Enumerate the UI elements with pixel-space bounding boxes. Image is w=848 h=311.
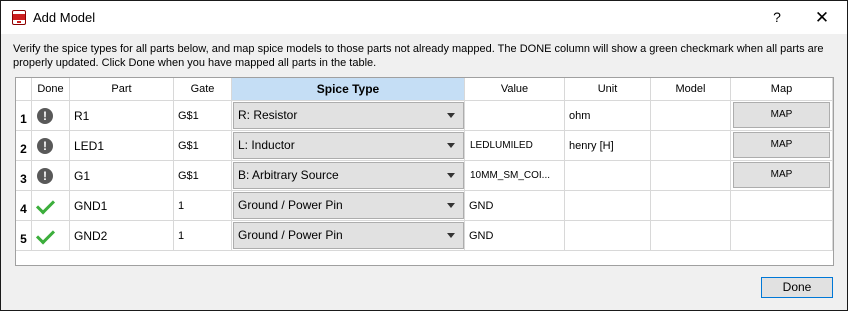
- checkmark-icon: [35, 195, 56, 215]
- unit-cell: [565, 161, 651, 191]
- map-cell: [731, 221, 833, 251]
- dropdown-arrow-icon: [447, 203, 455, 208]
- table-row: 1 ! R1 G$1 R: Resistor ohm MAP: [16, 101, 833, 131]
- warning-icon: !: [37, 138, 53, 154]
- table-row: 2 ! LED1 G$1 L: Inductor LEDLUMILED henr…: [16, 131, 833, 161]
- unit-cell: [565, 191, 651, 221]
- window-title: Add Model: [33, 10, 96, 25]
- spice-type-cell: Ground / Power Pin: [232, 221, 465, 251]
- part-cell: R1: [70, 101, 174, 131]
- unit-cell: henry [H]: [565, 131, 651, 161]
- spice-type-value: Ground / Power Pin: [238, 198, 343, 212]
- map-button[interactable]: MAP: [733, 102, 830, 128]
- unit-cell: ohm: [565, 101, 651, 131]
- map-cell: MAP: [731, 131, 833, 161]
- model-cell: [651, 191, 731, 221]
- value-cell[interactable]: GND: [465, 191, 565, 221]
- done-cell: [32, 221, 70, 251]
- unit-cell: [565, 221, 651, 251]
- spice-type-dropdown[interactable]: R: Resistor: [233, 102, 464, 129]
- dropdown-arrow-icon: [447, 233, 455, 238]
- dropdown-arrow-icon: [447, 173, 455, 178]
- dropdown-arrow-icon: [447, 113, 455, 118]
- map-button[interactable]: MAP: [733, 132, 830, 158]
- row-number: 5: [16, 221, 32, 251]
- spice-type-cell: B: Arbitrary Source: [232, 161, 465, 191]
- header-gate[interactable]: Gate: [174, 78, 232, 101]
- part-cell: G1: [70, 161, 174, 191]
- instructions-text: Verify the spice types for all parts bel…: [13, 43, 824, 69]
- title-bar: Add Model ? ✕: [1, 1, 847, 34]
- value-cell[interactable]: [465, 101, 565, 131]
- spice-type-value: R: Resistor: [238, 108, 298, 122]
- spice-type-dropdown[interactable]: B: Arbitrary Source: [233, 162, 464, 189]
- add-model-dialog: Add Model ? ✕ Verify the spice types for…: [0, 0, 848, 311]
- gate-cell: G$1: [174, 131, 232, 161]
- spice-type-cell: L: Inductor: [232, 131, 465, 161]
- map-button[interactable]: MAP: [733, 162, 830, 188]
- map-cell: MAP: [731, 101, 833, 131]
- spice-type-value: B: Arbitrary Source: [238, 168, 339, 182]
- parts-table: Done Part Gate Spice Type Value Unit Mod…: [15, 77, 834, 266]
- model-cell: [651, 101, 731, 131]
- gate-cell: 1: [174, 221, 232, 251]
- gate-cell: 1: [174, 191, 232, 221]
- part-cell: LED1: [70, 131, 174, 161]
- table-row: 3 ! G1 G$1 B: Arbitrary Source 10MM_SM_C…: [16, 161, 833, 191]
- spice-type-dropdown[interactable]: Ground / Power Pin: [233, 192, 464, 219]
- row-number: 3: [16, 161, 32, 191]
- done-cell: !: [32, 161, 70, 191]
- spice-type-dropdown[interactable]: L: Inductor: [233, 132, 464, 159]
- gate-cell: G$1: [174, 161, 232, 191]
- header-done[interactable]: Done: [32, 78, 70, 101]
- app-icon: [12, 10, 26, 25]
- done-cell: !: [32, 131, 70, 161]
- done-cell: [32, 191, 70, 221]
- row-number: 4: [16, 191, 32, 221]
- header-unit[interactable]: Unit: [565, 78, 651, 101]
- map-cell: [731, 191, 833, 221]
- header-corner: [16, 78, 32, 101]
- header-part[interactable]: Part: [70, 78, 174, 101]
- map-cell: MAP: [731, 161, 833, 191]
- header-spice-type[interactable]: Spice Type: [232, 78, 465, 101]
- row-number: 2: [16, 131, 32, 161]
- close-button[interactable]: ✕: [808, 4, 836, 31]
- spice-type-value: Ground / Power Pin: [238, 228, 343, 242]
- spice-type-cell: Ground / Power Pin: [232, 191, 465, 221]
- done-cell: !: [32, 101, 70, 131]
- value-cell[interactable]: GND: [465, 221, 565, 251]
- help-button[interactable]: ?: [763, 4, 791, 31]
- spice-type-dropdown[interactable]: Ground / Power Pin: [233, 222, 464, 249]
- model-cell: [651, 161, 731, 191]
- done-button[interactable]: Done: [761, 277, 833, 298]
- spice-type-cell: R: Resistor: [232, 101, 465, 131]
- model-cell: [651, 131, 731, 161]
- row-number: 1: [16, 101, 32, 131]
- table-row: 4 GND1 1 Ground / Power Pin GND: [16, 191, 833, 221]
- table-row: 5 GND2 1 Ground / Power Pin GND: [16, 221, 833, 251]
- checkmark-icon: [35, 225, 56, 245]
- header-model[interactable]: Model: [651, 78, 731, 101]
- value-cell[interactable]: 10MM_SM_COI...: [465, 161, 565, 191]
- value-cell[interactable]: LEDLUMILED: [465, 131, 565, 161]
- header-map[interactable]: Map: [731, 78, 833, 101]
- gate-cell: G$1: [174, 101, 232, 131]
- warning-icon: !: [37, 168, 53, 184]
- model-cell: [651, 221, 731, 251]
- warning-icon: !: [37, 108, 53, 124]
- part-cell: GND2: [70, 221, 174, 251]
- part-cell: GND1: [70, 191, 174, 221]
- header-value[interactable]: Value: [465, 78, 565, 101]
- dropdown-arrow-icon: [447, 143, 455, 148]
- spice-type-value: L: Inductor: [238, 138, 295, 152]
